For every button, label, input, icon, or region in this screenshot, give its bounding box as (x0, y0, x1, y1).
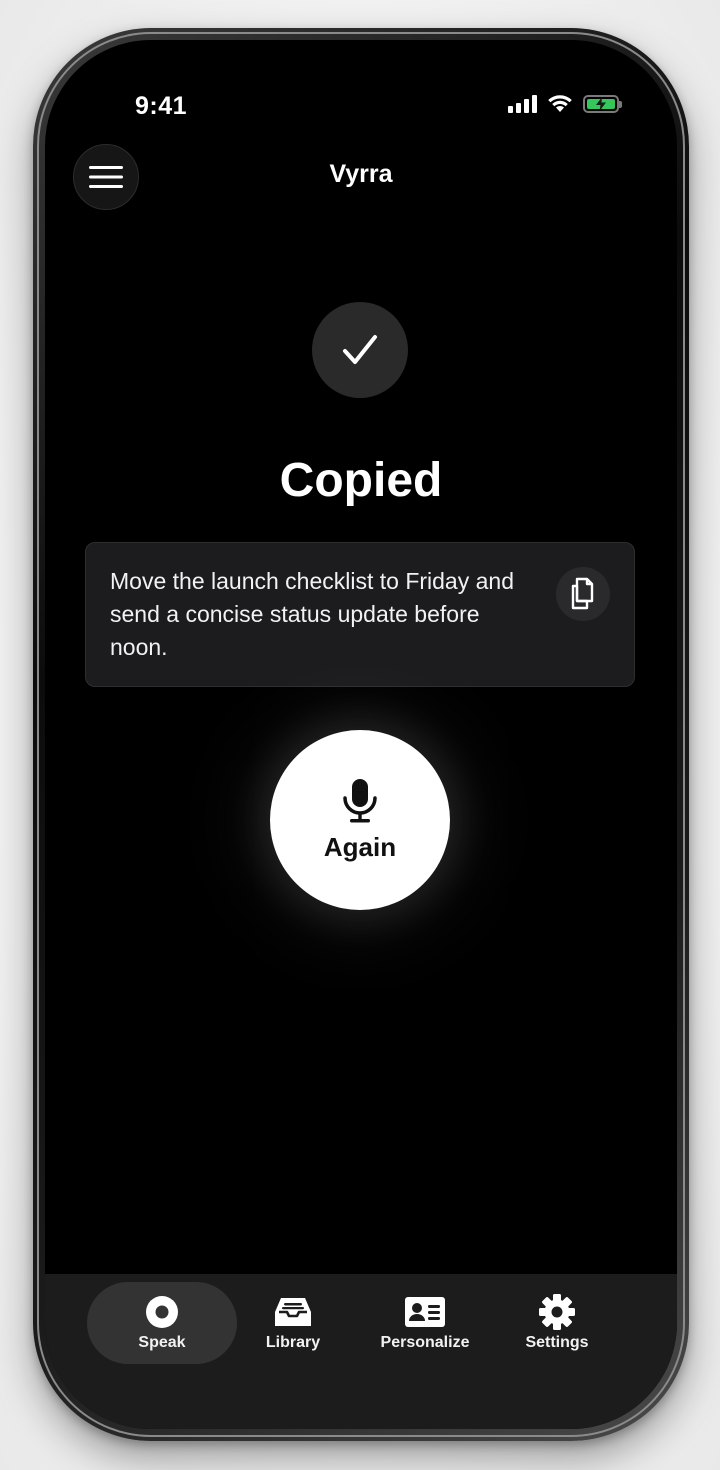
record-circle-icon (146, 1296, 178, 1328)
tab-label: Library (265, 1334, 321, 1351)
tab-settings[interactable]: Settings (482, 1282, 632, 1364)
copy-document-icon (571, 577, 594, 610)
checkmark-icon (343, 335, 377, 364)
tab-personalize[interactable]: Personalize (350, 1282, 500, 1364)
transcript-card: Move the launch checklist to Friday and … (85, 542, 635, 687)
tab-label: Personalize (380, 1334, 470, 1351)
gear-icon (539, 1294, 575, 1330)
device-stage: 9:41 Vyrra Copied Move the launch checkl… (0, 0, 720, 1470)
inbox-tray-icon (275, 1298, 311, 1326)
phone-frame: 9:41 Vyrra Copied Move the launch checkl… (33, 28, 689, 1441)
transcript-text: Move the launch checklist to Friday and … (110, 568, 514, 660)
copy-button[interactable] (556, 567, 610, 621)
tab-library[interactable]: Library (218, 1282, 368, 1364)
tab-speak[interactable]: Speak (87, 1282, 237, 1364)
app-title: Vyrra (329, 160, 393, 188)
microphone-icon (343, 778, 377, 822)
wifi-icon (548, 95, 572, 112)
status-title: Copied (279, 454, 443, 507)
tab-label: Speak (138, 1334, 186, 1351)
cellular-signal-icon (508, 94, 537, 113)
record-again-label: Again (323, 831, 397, 862)
status-time: 9:41 (135, 92, 188, 120)
success-badge (312, 302, 408, 398)
phone-screen: 9:41 Vyrra Copied Move the launch checkl… (45, 40, 677, 1429)
record-again-button[interactable]: Again (270, 730, 450, 910)
tab-label: Settings (525, 1334, 589, 1351)
tab-bar: Speak Library Personalize Settings (45, 1274, 677, 1429)
status-icons (508, 94, 622, 113)
battery-icon (583, 94, 622, 113)
id-card-icon (405, 1297, 445, 1327)
